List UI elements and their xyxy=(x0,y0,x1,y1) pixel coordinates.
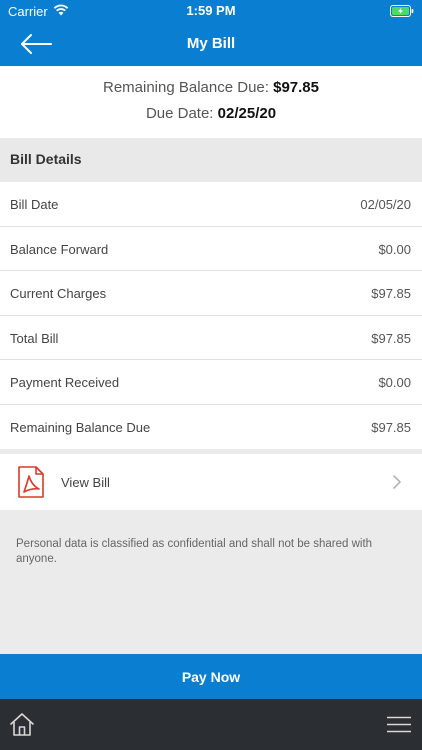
battery-icon xyxy=(390,5,414,17)
due-date-label: Due Date: xyxy=(145,105,218,122)
pay-now-button[interactable]: Pay Now xyxy=(0,654,422,699)
page-title: My Bill xyxy=(186,35,236,52)
row-value: $0.00 xyxy=(378,241,411,257)
view-bill-button[interactable]: View Bill xyxy=(0,454,422,510)
row-label: Bill Date xyxy=(10,197,59,212)
home-icon[interactable] xyxy=(9,712,35,736)
hamburger-menu-icon[interactable] xyxy=(387,716,411,733)
bill-details-list: Bill Date 02/05/20 Balance Forward $0.00… xyxy=(0,182,422,449)
remaining-balance-value: $97.85 xyxy=(273,79,319,96)
current-charges-row: Current Charges $97.85 xyxy=(0,271,422,316)
view-bill-label: View Bill xyxy=(61,475,110,490)
app-header: Carrier 1:59 PM My Bill xyxy=(0,0,422,66)
bill-details-heading: Bill Details xyxy=(0,138,422,182)
privacy-note: Personal data is classified as confident… xyxy=(16,538,373,565)
row-value: $97.85 xyxy=(371,419,411,435)
due-date-value: 02/25/20 xyxy=(217,105,277,122)
row-value: $97.85 xyxy=(371,330,411,346)
status-bar: Carrier 1:59 PM xyxy=(0,0,422,22)
status-time: 1:59 PM xyxy=(186,3,236,18)
remaining-balance-line: Remaining Balance Due: $97.85 xyxy=(0,79,422,96)
balance-summary: Remaining Balance Due: $97.85 Due Date: … xyxy=(0,66,422,138)
total-bill-row: Total Bill $97.85 xyxy=(0,316,422,360)
row-label: Balance Forward xyxy=(10,241,109,257)
bottom-tab-bar xyxy=(0,699,422,750)
row-value: $0.00 xyxy=(378,375,411,390)
row-value: $97.85 xyxy=(371,286,411,301)
row-label: Remaining Balance Due xyxy=(10,419,151,435)
row-value: 02/05/20 xyxy=(360,197,411,212)
remaining-balance-row: Remaining Balance Due $97.85 xyxy=(0,405,422,450)
row-label: Payment Received xyxy=(10,375,120,390)
row-label: Total Bill xyxy=(10,330,59,346)
nav-bar: My Bill xyxy=(0,22,422,66)
bill-date-row: Bill Date 02/05/20 xyxy=(0,182,422,227)
balance-forward-row: Balance Forward $0.00 xyxy=(0,227,422,271)
row-label: Current Charges xyxy=(10,286,107,301)
payment-received-row: Payment Received $0.00 xyxy=(0,360,422,405)
chevron-right-icon xyxy=(393,475,401,489)
due-date-line: Due Date: 02/25/20 xyxy=(0,105,422,122)
remaining-balance-label: Remaining Balance Due: xyxy=(103,79,274,96)
pdf-icon xyxy=(18,466,44,498)
